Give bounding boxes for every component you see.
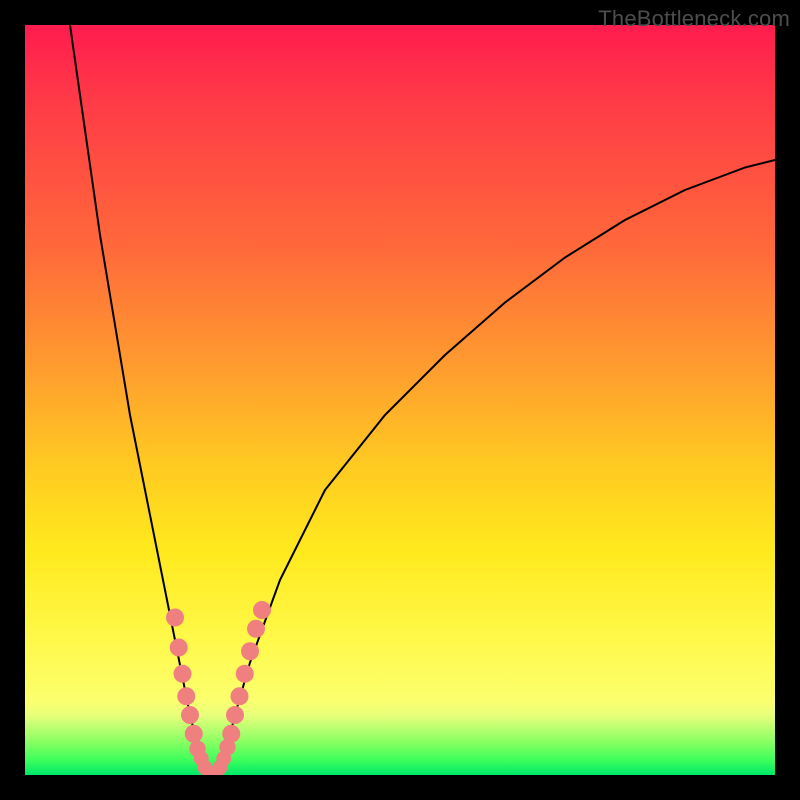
data-marker bbox=[185, 725, 203, 743]
data-marker bbox=[226, 706, 244, 724]
data-marker bbox=[210, 765, 224, 775]
data-marker bbox=[189, 741, 206, 758]
watermark-text: TheBottleneck.com bbox=[598, 6, 790, 32]
data-marker bbox=[202, 765, 216, 775]
data-marker bbox=[194, 751, 209, 766]
data-marker bbox=[198, 760, 213, 775]
data-marker bbox=[222, 725, 240, 743]
data-marker bbox=[231, 687, 249, 705]
data-marker bbox=[181, 706, 199, 724]
data-marker bbox=[253, 601, 271, 619]
data-marker bbox=[170, 639, 188, 657]
data-marker bbox=[219, 739, 236, 756]
chart-frame: TheBottleneck.com bbox=[0, 0, 800, 800]
data-marker bbox=[236, 665, 254, 683]
data-marker bbox=[216, 751, 231, 766]
data-marker bbox=[213, 760, 228, 775]
data-marker bbox=[247, 620, 265, 638]
curve-layer bbox=[25, 25, 775, 775]
bottleneck-curve bbox=[70, 25, 775, 775]
data-marker bbox=[177, 687, 195, 705]
data-marker bbox=[166, 609, 184, 627]
data-marker bbox=[241, 642, 259, 660]
data-marker bbox=[174, 665, 192, 683]
plot-area bbox=[25, 25, 775, 775]
data-marker bbox=[206, 768, 220, 776]
